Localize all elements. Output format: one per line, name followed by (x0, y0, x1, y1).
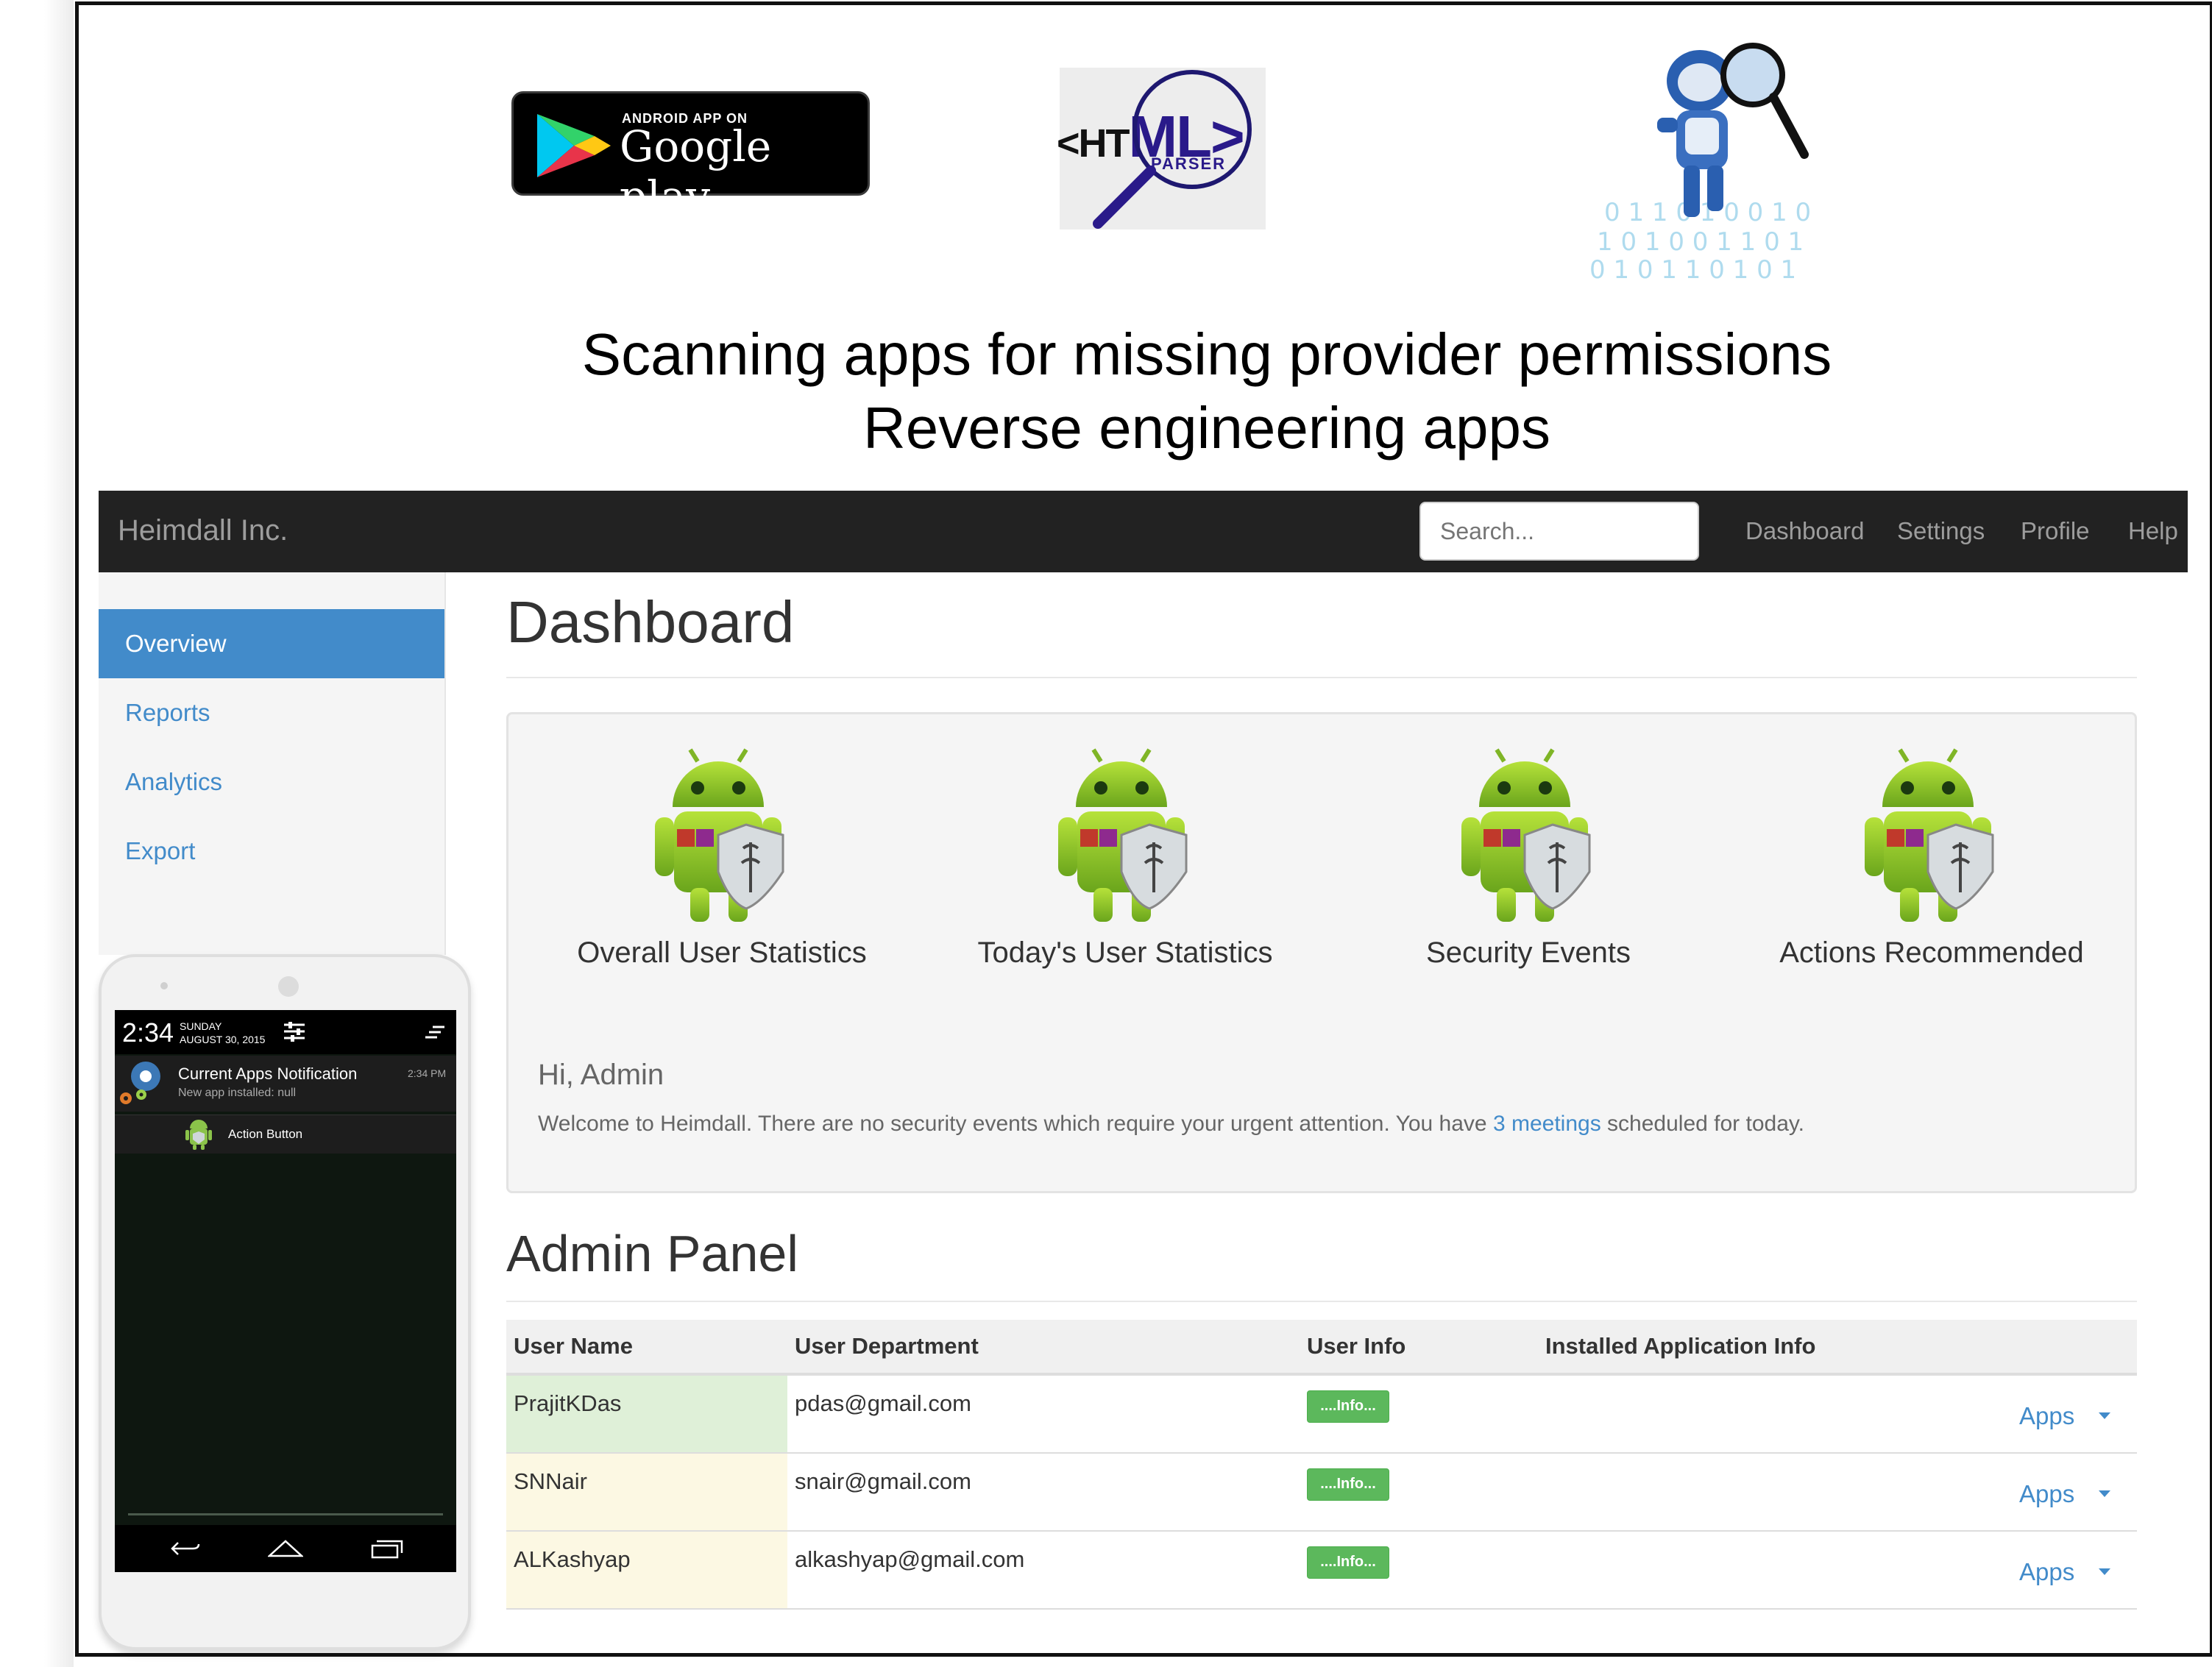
magnifier-icon (1093, 70, 1252, 229)
clear-notifications-icon[interactable] (424, 1025, 446, 1039)
headline-line-2: Reverse engineering apps (863, 395, 1550, 461)
phone-screen: 2:34 SUNDAY AUGUST 30, 2015 Current Apps… (115, 1010, 456, 1572)
table-header: User Name User Department User Info Inst… (506, 1320, 2137, 1376)
headline-line-1: Scanning apps for missing provider permi… (581, 321, 1832, 387)
info-button[interactable]: ....Info... (1307, 1546, 1389, 1579)
action-button-label: Action Button (228, 1127, 303, 1141)
welcome-message: Welcome to Heimdall. There are no securi… (538, 1112, 1804, 1136)
apps-dropdown[interactable]: Apps (2019, 1480, 2074, 1508)
robot-magnifier-icon: 0 1 1 0 1 0 0 1 0 1 0 1 0 0 1 1 0 1 0 1 … (1589, 43, 1811, 280)
sidebar-item-export[interactable]: Export (99, 817, 444, 886)
user-name: ALKashyap (514, 1546, 631, 1572)
chevron-down-icon[interactable] (2099, 1568, 2110, 1575)
stat-card-today[interactable]: Today's User Statistics (934, 714, 1316, 1023)
dashboard-summary-panel: Overall User Statistics Today's User Sta… (506, 712, 2137, 1193)
gear-icon (120, 1090, 146, 1104)
android-shield-icon (1058, 748, 1188, 922)
chevron-down-icon[interactable] (2099, 1412, 2110, 1419)
android-shield-icon (655, 748, 784, 922)
back-icon[interactable] (169, 1538, 202, 1559)
notification-item[interactable]: Current Apps Notification New app instal… (115, 1056, 456, 1112)
nav-link-settings[interactable]: Settings (1897, 517, 1985, 545)
phone-date: AUGUST 30, 2015 (180, 1034, 266, 1045)
nav-link-dashboard[interactable]: Dashboard (1745, 517, 1864, 545)
apps-dropdown[interactable]: Apps (2019, 1402, 2074, 1430)
stat-label-actions-recommended: Actions Recommended (1779, 936, 2084, 969)
phone-camera (278, 976, 299, 997)
search-input[interactable] (1419, 502, 1699, 561)
svg-text:0 1 0 1 1 0 1 0 1: 0 1 0 1 1 0 1 0 1 (1589, 255, 1796, 280)
column-header-installed-app-info: Installed Application Info (1545, 1333, 1816, 1359)
parser-text: PARSER (1151, 154, 1227, 173)
brand-logo-text[interactable]: Heimdall Inc. (118, 514, 288, 547)
nav-link-help[interactable]: Help (2128, 517, 2178, 545)
phone-mockup: 2:34 SUNDAY AUGUST 30, 2015 Current Apps… (99, 954, 471, 1650)
quick-settings-icon[interactable] (283, 1020, 306, 1042)
sidebar-item-analytics[interactable]: Analytics (99, 747, 444, 817)
google-play-badge: ANDROID APP ON Google play (511, 91, 870, 221)
sidebar-item-overview[interactable]: Overview (99, 609, 444, 678)
column-header-user-department: User Department (795, 1333, 979, 1359)
android-shield-icon (1461, 748, 1591, 922)
user-name: PrajitKDas (514, 1390, 622, 1416)
phone-sensor (160, 982, 168, 989)
notification-title: Current Apps Notification (178, 1064, 358, 1083)
notification-app-icon (131, 1062, 160, 1091)
google-play-large-text: Google play (620, 121, 772, 221)
notification-time: 2:34 PM (408, 1067, 447, 1079)
phone-nav-bar (115, 1525, 456, 1572)
stat-card-security-events[interactable]: Security Events (1337, 714, 1720, 1023)
nav-link-profile[interactable]: Profile (2021, 517, 2090, 545)
chevron-down-icon[interactable] (2099, 1490, 2110, 1497)
phone-day: SUNDAY (180, 1020, 222, 1032)
admin-panel-divider (506, 1301, 2137, 1302)
column-header-user-info: User Info (1307, 1333, 1406, 1359)
user-department: pdas@gmail.com (795, 1390, 971, 1416)
svg-text:1 0 1 0 0 1 1 0 1: 1 0 1 0 0 1 1 0 1 (1597, 227, 1804, 257)
apps-dropdown[interactable]: Apps (2019, 1558, 2074, 1586)
android-shield-icon (1865, 748, 1994, 922)
phone-status-bar: 2:34 SUNDAY AUGUST 30, 2015 (115, 1010, 456, 1054)
google-play-triangle-icon (537, 114, 611, 177)
title-divider (506, 677, 2137, 678)
user-department: snair@gmail.com (795, 1468, 971, 1494)
android-icon (185, 1120, 212, 1150)
stat-label-security-events: Security Events (1426, 936, 1631, 969)
info-button[interactable]: ....Info... (1307, 1468, 1389, 1501)
top-navbar: Heimdall Inc. Dashboard Settings Profile… (99, 491, 2188, 572)
admin-panel-title: Admin Panel (506, 1225, 798, 1282)
user-name: SNNair (514, 1468, 587, 1494)
notification-subtitle: New app installed: null (178, 1087, 297, 1099)
phone-divider (128, 1513, 443, 1515)
recent-apps-icon[interactable] (371, 1538, 403, 1559)
greeting-text: Hi, Admin (538, 1059, 664, 1091)
phone-clock: 2:34 (122, 1017, 174, 1048)
sidebar: Overview Reports Analytics Export (99, 572, 446, 955)
info-button[interactable]: ....Info... (1307, 1390, 1389, 1423)
home-icon[interactable] (268, 1538, 303, 1559)
html-parser-logo: <HTML> PARSER (1057, 68, 1266, 230)
stat-card-actions-recommended[interactable]: Actions Recommended (1740, 714, 2123, 1023)
page-title: Dashboard (506, 589, 795, 655)
notification-action-button[interactable]: Action Button (115, 1115, 456, 1154)
page-shadow (44, 0, 74, 1667)
stat-label-today: Today's User Statistics (977, 936, 1273, 969)
sidebar-item-reports[interactable]: Reports (99, 678, 444, 747)
table-row: ALKashyap alkashyap@gmail.com ....Info..… (506, 1532, 2137, 1610)
user-department: alkashyap@gmail.com (795, 1546, 1025, 1572)
stat-label-overall: Overall User Statistics (577, 936, 867, 969)
stat-card-overall[interactable]: Overall User Statistics (531, 714, 913, 1023)
table-row: SNNair snair@gmail.com ....Info... Apps (506, 1454, 2137, 1532)
meetings-link[interactable]: 3 meetings (1493, 1112, 1601, 1136)
column-header-user-name: User Name (514, 1333, 633, 1359)
table-row: PrajitKDas pdas@gmail.com ....Info... Ap… (506, 1376, 2137, 1454)
